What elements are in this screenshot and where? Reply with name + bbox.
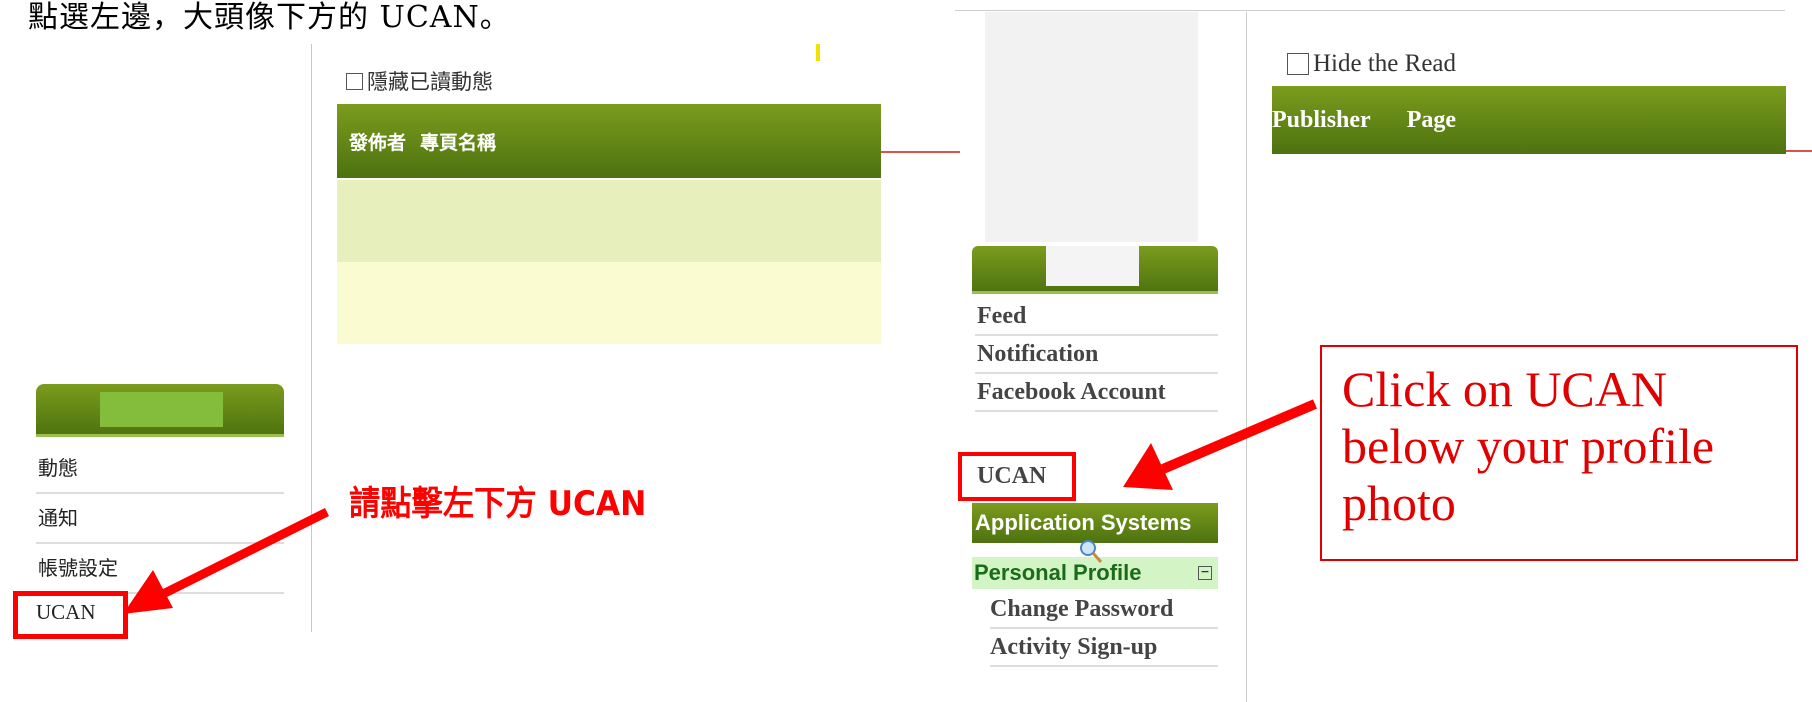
- red-arrow-icon: [123, 507, 330, 614]
- submenu-item-change-password[interactable]: Change Password: [990, 591, 1218, 629]
- publisher-column-header: 發佈者: [349, 131, 407, 154]
- publisher-column-header: Publisher: [1272, 106, 1371, 133]
- instruction-heading: 點選左邊，大頭像下方的 UCAN。: [28, 0, 511, 35]
- page-column-header: Page: [1406, 106, 1456, 133]
- collapse-toggle-icon[interactable]: −: [1198, 566, 1212, 580]
- hide-read-label: 隱藏已讀動態: [367, 70, 493, 94]
- personal-profile-submenu: Change Password Activity Sign-up: [990, 591, 1218, 667]
- table-row[interactable]: [337, 262, 881, 344]
- profile-photo[interactable]: [985, 12, 1198, 242]
- hide-read-checkbox[interactable]: Hide the Read: [1287, 50, 1456, 78]
- red-arrow-icon: [1123, 399, 1317, 490]
- profile-bar-underline: [972, 291, 1218, 294]
- magnifier-icon: [1080, 540, 1103, 563]
- feed-table-header: Publisher Page: [1272, 86, 1786, 154]
- annotation-box: Click on UCAN below your profile photo: [1320, 345, 1798, 561]
- table-row[interactable]: [337, 180, 881, 262]
- checkbox-box[interactable]: [1287, 53, 1309, 75]
- red-divider: [1786, 150, 1812, 152]
- profile-name-box: [1046, 246, 1139, 286]
- sidebar-divider: [1246, 12, 1247, 702]
- yellow-marker: [816, 44, 820, 61]
- hide-read-checkbox[interactable]: 隱藏已讀動態: [346, 66, 493, 96]
- hide-read-label: Hide the Read: [1313, 50, 1457, 77]
- ucan-highlight-box: [13, 591, 128, 639]
- sidebar-item-feed[interactable]: 動態: [36, 444, 284, 494]
- red-divider: [880, 151, 960, 153]
- submenu-item-activity-signup[interactable]: Activity Sign-up: [990, 629, 1218, 667]
- profile-name-box: [100, 392, 223, 427]
- ucan-highlight-box: [958, 452, 1076, 501]
- sidebar-item-feed[interactable]: Feed: [975, 298, 1218, 336]
- annotation-text: 請點擊左下方 UCAN: [349, 484, 647, 524]
- checkbox-box[interactable]: [346, 72, 363, 90]
- feed-table-header: 發佈者 專頁名稱: [337, 104, 881, 178]
- sidebar-item-notification[interactable]: Notification: [975, 336, 1218, 374]
- personal-profile-label: Personal Profile: [974, 560, 1142, 585]
- top-divider: [955, 10, 1785, 11]
- page-name-column-header: 專頁名稱: [420, 131, 497, 154]
- profile-bar-underline: [36, 434, 284, 437]
- application-systems-header[interactable]: Application Systems: [972, 503, 1218, 543]
